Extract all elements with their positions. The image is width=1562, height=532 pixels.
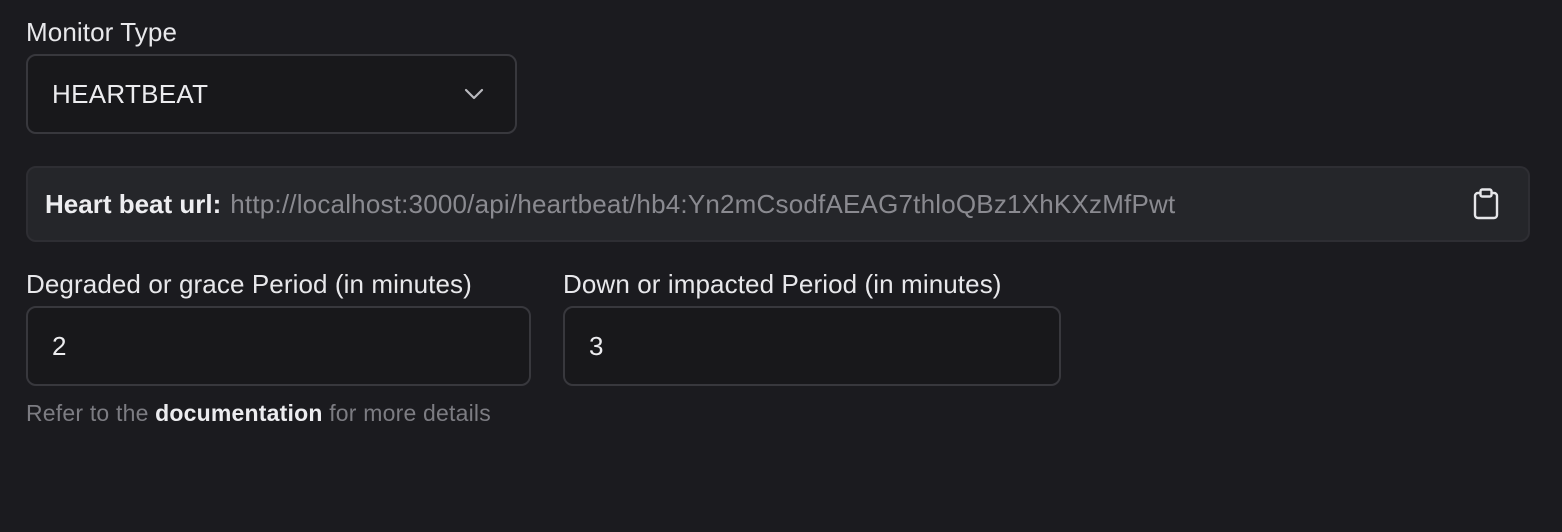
copy-url-button[interactable] [1470, 185, 1502, 223]
help-text: Refer to the documentation for more deta… [26, 400, 491, 427]
documentation-link[interactable]: documentation [155, 400, 322, 426]
degraded-period-label: Degraded or grace Period (in minutes) [26, 269, 472, 299]
clipboard-icon [1473, 188, 1499, 220]
monitor-type-selected-value: HEARTBEAT [52, 78, 209, 109]
heartbeat-url-value: http://localhost:3000/api/heartbeat/hb4:… [230, 188, 1176, 219]
help-suffix: for more details [322, 400, 491, 426]
degraded-period-input[interactable] [26, 306, 531, 386]
heartbeat-url-label: Heart beat url: [45, 188, 222, 219]
down-period-input[interactable] [563, 306, 1061, 386]
monitor-type-select[interactable]: HEARTBEAT [26, 54, 517, 134]
chevron-down-icon [463, 83, 485, 105]
help-prefix: Refer to the [26, 400, 156, 426]
monitor-settings-form: Monitor Type HEARTBEAT Heart beat url: h… [0, 0, 1562, 532]
down-period-label: Down or impacted Period (in minutes) [563, 269, 1002, 299]
heartbeat-url-panel: Heart beat url: http://localhost:3000/ap… [26, 166, 1530, 242]
monitor-type-label: Monitor Type [26, 17, 178, 47]
